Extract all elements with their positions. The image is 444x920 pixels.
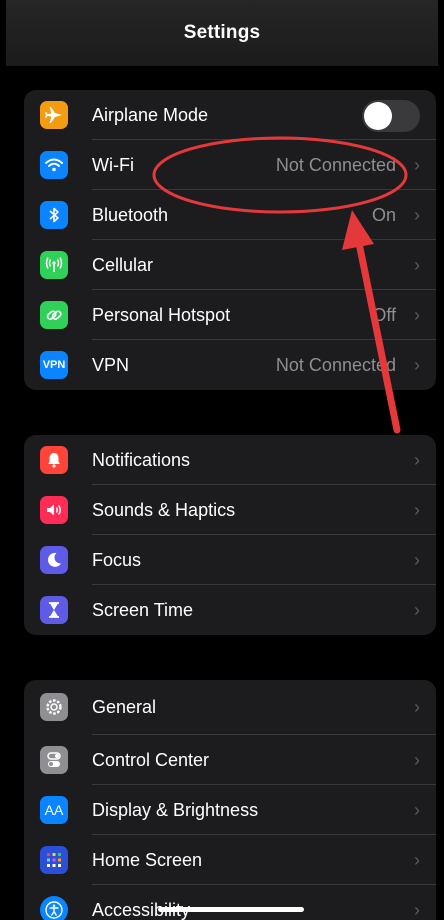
speaker-icon bbox=[40, 496, 68, 524]
focus-label: Focus bbox=[92, 549, 142, 570]
accessibility-icon bbox=[40, 896, 68, 920]
settings-screen: Settings Airplane Mode Wi-Fi Not Connect… bbox=[6, 0, 438, 920]
chevron-right-icon: › bbox=[414, 849, 420, 870]
control-center-label: Control Center bbox=[92, 749, 210, 770]
airplane-mode-label: Airplane Mode bbox=[92, 104, 209, 125]
chevron-right-icon: › bbox=[414, 204, 420, 225]
chevron-right-icon: › bbox=[414, 254, 420, 275]
notifications-row[interactable]: Notifications › bbox=[24, 435, 436, 485]
display-brightness-row[interactable]: AA Display & Brightness › bbox=[24, 785, 436, 835]
moon-icon bbox=[40, 546, 68, 574]
focus-row[interactable]: Focus › bbox=[24, 535, 436, 585]
home-screen-row[interactable]: Home Screen › bbox=[24, 835, 436, 885]
page-title: Settings bbox=[183, 22, 261, 43]
notifications-group: Notifications › Sounds & Haptics › Focus… bbox=[24, 435, 436, 635]
hourglass-icon bbox=[40, 596, 68, 624]
app-grid-icon bbox=[40, 846, 68, 874]
antenna-icon bbox=[40, 251, 68, 279]
screen-time-row[interactable]: Screen Time › bbox=[24, 585, 436, 635]
chevron-right-icon: › bbox=[414, 799, 420, 820]
home-screen-label: Home Screen bbox=[92, 849, 203, 870]
vpn-label: VPN bbox=[92, 354, 130, 375]
bluetooth-row[interactable]: Bluetooth On › bbox=[24, 190, 436, 240]
toggle-knob bbox=[364, 102, 392, 130]
airplane-icon bbox=[40, 101, 68, 129]
personal-hotspot-status: Off bbox=[372, 304, 396, 325]
wifi-status: Not Connected bbox=[275, 154, 396, 175]
chevron-right-icon: › bbox=[414, 449, 420, 470]
bluetooth-icon bbox=[40, 201, 68, 229]
airplane-mode-row[interactable]: Airplane Mode bbox=[24, 90, 436, 140]
notifications-label: Notifications bbox=[92, 449, 191, 470]
personal-hotspot-label: Personal Hotspot bbox=[92, 304, 231, 325]
chevron-right-icon: › bbox=[414, 549, 420, 570]
home-indicator bbox=[158, 907, 304, 912]
bluetooth-label: Bluetooth bbox=[92, 204, 169, 225]
general-group: General › Control Center › AA Display & … bbox=[24, 680, 436, 920]
control-center-row[interactable]: Control Center › bbox=[24, 735, 436, 785]
wifi-icon bbox=[40, 151, 68, 179]
chevron-right-icon: › bbox=[414, 697, 420, 717]
chevron-right-icon: › bbox=[414, 749, 420, 770]
connectivity-group: Airplane Mode Wi-Fi Not Connected › Blue… bbox=[24, 90, 436, 390]
wifi-row[interactable]: Wi-Fi Not Connected › bbox=[24, 140, 436, 190]
display-brightness-icon: AA bbox=[40, 796, 68, 824]
navigation-bar: Settings bbox=[6, 0, 438, 66]
accessibility-row[interactable]: Accessibility › bbox=[24, 885, 436, 920]
bell-icon bbox=[40, 446, 68, 474]
chevron-right-icon: › bbox=[414, 599, 420, 620]
vpn-icon: VPN bbox=[40, 351, 68, 379]
airplane-mode-toggle[interactable] bbox=[362, 100, 420, 132]
vpn-status: Not Connected bbox=[275, 354, 396, 375]
chevron-right-icon: › bbox=[414, 354, 420, 375]
personal-hotspot-row[interactable]: Personal Hotspot Off › bbox=[24, 290, 436, 340]
general-row[interactable]: General › bbox=[24, 680, 436, 735]
vpn-row[interactable]: VPN VPN Not Connected › bbox=[24, 340, 436, 390]
bluetooth-status: On bbox=[371, 204, 396, 225]
switches-icon bbox=[40, 746, 68, 774]
sounds-haptics-label: Sounds & Haptics bbox=[92, 499, 236, 520]
chevron-right-icon: › bbox=[414, 499, 420, 520]
chevron-right-icon: › bbox=[414, 304, 420, 325]
cellular-row[interactable]: Cellular › bbox=[24, 240, 436, 290]
chevron-right-icon: › bbox=[414, 154, 420, 175]
display-brightness-label: Display & Brightness bbox=[92, 799, 259, 820]
screen-time-label: Screen Time bbox=[92, 599, 194, 620]
chevron-right-icon: › bbox=[414, 899, 420, 920]
sounds-haptics-row[interactable]: Sounds & Haptics › bbox=[24, 485, 436, 535]
link-chain-icon bbox=[40, 301, 68, 329]
cellular-label: Cellular bbox=[92, 254, 154, 275]
general-label: General bbox=[92, 697, 157, 717]
gear-icon bbox=[40, 693, 68, 721]
wifi-label: Wi-Fi bbox=[92, 154, 134, 175]
